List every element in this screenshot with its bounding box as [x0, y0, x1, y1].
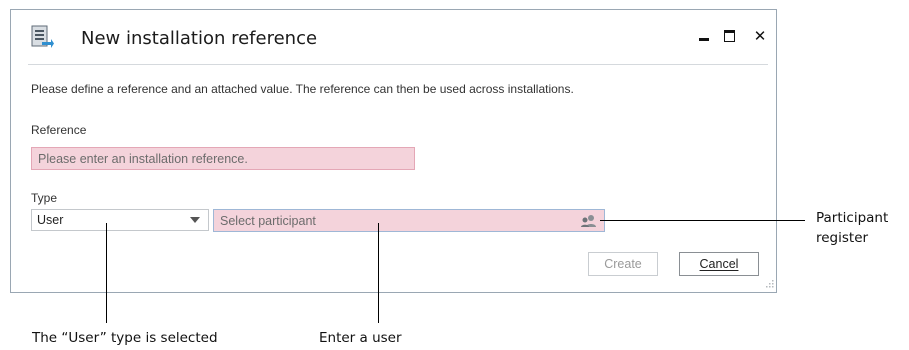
enter-user-callout-text: Enter a user [319, 330, 402, 346]
type-label: Type [31, 191, 58, 205]
reference-placeholder: Please enter an installation reference. [38, 151, 248, 166]
participant-placeholder: Select participant [220, 213, 316, 228]
document-reference-icon [31, 25, 54, 48]
participant-register-callout-line1: Participant [816, 210, 889, 226]
chevron-down-icon [190, 217, 200, 223]
reference-label: Reference [31, 123, 87, 137]
type-select[interactable]: User [31, 209, 209, 231]
participant-register-callout-line2: register [816, 230, 869, 246]
user-type-callout-line [106, 223, 107, 323]
user-type-callout-text: The “User” type is selected [32, 330, 218, 346]
enter-user-callout-line [378, 223, 379, 323]
close-button[interactable]: ✕ [747, 24, 773, 48]
create-button[interactable]: Create [588, 252, 658, 276]
maximize-icon [723, 30, 735, 42]
cancel-button[interactable]: Cancel [679, 252, 759, 276]
dialog-title: New installation reference [81, 28, 318, 49]
minimize-icon [699, 37, 709, 41]
close-icon: ✕ [753, 26, 767, 45]
reference-input[interactable]: Please enter an installation reference. [31, 147, 415, 170]
resize-grip-icon[interactable] [764, 280, 774, 290]
dialog-window: New installation reference ✕ Please defi… [10, 9, 777, 293]
cancel-label: Cancel [699, 257, 739, 271]
title-separator [28, 64, 768, 65]
participant-register-callout-line [600, 220, 805, 221]
dialog-description: Please define a reference and an attache… [31, 82, 574, 96]
type-selected-value: User [37, 213, 64, 227]
participant-register-icon[interactable] [580, 214, 598, 228]
minimize-button[interactable] [691, 24, 717, 48]
participant-input[interactable]: Select participant [213, 209, 605, 232]
maximize-button[interactable] [716, 24, 742, 48]
